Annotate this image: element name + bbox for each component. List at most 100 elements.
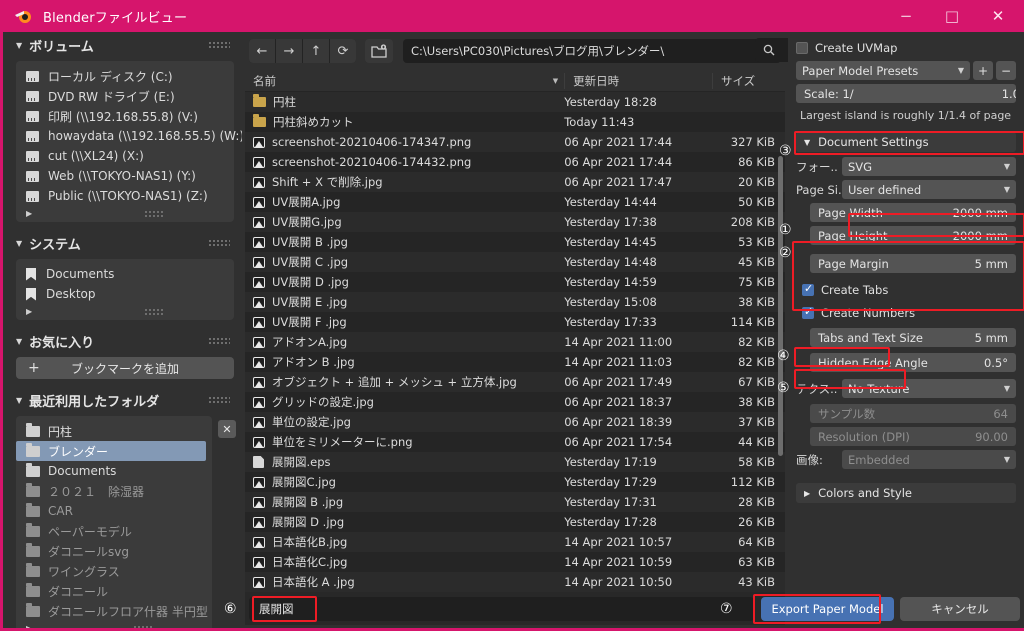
create-tabs-checkbox[interactable] bbox=[802, 282, 814, 296]
folder-icon bbox=[26, 542, 40, 557]
remove-preset-button[interactable]: − bbox=[996, 61, 1016, 80]
table-row[interactable]: 展開図C.jpg Yesterday 17:29 112 KiB bbox=[245, 472, 785, 492]
table-row[interactable]: 日本語化 A .jpg 14 Apr 2021 10:50 43 KiB bbox=[245, 572, 785, 592]
sidebar-item-recent[interactable]: ダコニールフロア什器 半円型 bbox=[16, 601, 212, 621]
table-row[interactable]: 展開図 B .jpg Yesterday 17:31 28 KiB bbox=[245, 492, 785, 512]
format-dropdown[interactable]: SVG ▼ bbox=[842, 157, 1016, 176]
table-row[interactable]: 単位をミリメーターに.png 06 Apr 2021 17:54 44 KiB bbox=[245, 432, 785, 452]
resize-grip-icon[interactable] bbox=[144, 209, 165, 217]
drag-grip-icon[interactable] bbox=[208, 239, 230, 247]
scale-field[interactable]: Scale: 1/ 1.0 bbox=[796, 84, 1016, 103]
table-row[interactable]: オブジェクト + 追加 + メッシュ + 立方体.jpg 06 Apr 2021… bbox=[245, 372, 785, 392]
add-bookmark-button[interactable]: + ブックマークを追加 bbox=[16, 357, 234, 379]
clear-recent-button[interactable]: ✕ bbox=[218, 420, 236, 438]
sidebar-item-recent[interactable]: ワイングラス bbox=[16, 561, 212, 581]
path-input[interactable]: C:\Users\PC030\Pictures\ブログ用\ブレンダー\ bbox=[403, 39, 781, 63]
page-margin-field[interactable]: Page Margin 5 mm bbox=[810, 254, 1016, 273]
texture-dropdown[interactable]: No Texture ▼ bbox=[842, 379, 1016, 398]
sidebar-item-recent[interactable]: ペーパーモデル bbox=[16, 521, 212, 541]
sidebar-section-recent[interactable]: ▼ 最近利用したフォルダ bbox=[6, 387, 242, 413]
back-button[interactable]: ← bbox=[249, 39, 275, 63]
resize-grip-icon[interactable] bbox=[132, 624, 153, 628]
drag-grip-icon[interactable] bbox=[208, 337, 230, 345]
parent-dir-button[interactable]: ↑ bbox=[303, 39, 329, 63]
column-header-date[interactable]: 更新日時 bbox=[564, 72, 712, 89]
table-row[interactable]: Shift + X で削除.jpg 06 Apr 2021 17:47 20 K… bbox=[245, 172, 785, 192]
sidebar-expand-handle[interactable]: ▶ bbox=[16, 621, 212, 628]
sidebar-item-recent[interactable]: Documents bbox=[16, 461, 212, 481]
create-uvmap-row[interactable]: Create UVMap bbox=[796, 38, 1016, 57]
page-width-field[interactable]: Page Width 2000 mm bbox=[810, 203, 1016, 222]
sidebar-item-volume[interactable]: DVD RW ドライブ (E:) bbox=[16, 86, 234, 106]
table-row[interactable]: UV展開 C .jpg Yesterday 14:48 45 KiB bbox=[245, 252, 785, 272]
hidden-edge-angle-field[interactable]: Hidden Edge Angle 0.5° bbox=[810, 353, 1016, 372]
drag-grip-icon[interactable] bbox=[208, 41, 230, 49]
table-row[interactable]: 円柱斜めカット Today 11:43 bbox=[245, 112, 785, 132]
colors-and-style-section[interactable]: ▶ Colors and Style bbox=[796, 483, 1016, 503]
page-height-field[interactable]: Page Height 2000 mm bbox=[810, 226, 1016, 245]
window-controls: − □ ✕ bbox=[883, 0, 1021, 32]
table-row[interactable]: screenshot-20210406-174432.png 06 Apr 20… bbox=[245, 152, 785, 172]
close-button[interactable]: ✕ bbox=[975, 0, 1021, 32]
minimize-button[interactable]: − bbox=[883, 0, 929, 32]
column-header-name[interactable]: 名前 ▼ bbox=[253, 73, 564, 89]
table-row[interactable]: UV展開 F .jpg Yesterday 17:33 114 KiB bbox=[245, 312, 785, 332]
export-paper-model-button[interactable]: Export Paper Model bbox=[761, 596, 894, 621]
create-numbers-row[interactable]: Create Numbers bbox=[802, 303, 1016, 322]
table-row[interactable]: UV展開 D .jpg Yesterday 14:59 75 KiB bbox=[245, 272, 785, 292]
sidebar-item-documents[interactable]: Documents bbox=[16, 264, 234, 284]
sidebar-item-recent[interactable]: CAR bbox=[16, 501, 212, 521]
table-row[interactable]: 日本語化B.jpg 14 Apr 2021 10:57 64 KiB bbox=[245, 532, 785, 552]
sort-descending-icon[interactable]: ▼ bbox=[553, 77, 558, 85]
sidebar-item-recent[interactable]: ダコニール bbox=[16, 581, 212, 601]
create-tabs-row[interactable]: Create Tabs bbox=[802, 280, 1016, 299]
file-list[interactable]: 円柱 Yesterday 18:28 円柱斜めカット Today 11:43 s… bbox=[245, 92, 785, 625]
page-size-dropdown[interactable]: User defined ▼ bbox=[842, 180, 1016, 199]
create-uvmap-checkbox[interactable] bbox=[796, 41, 808, 54]
sidebar-item-volume[interactable]: ローカル ディスク (C:) bbox=[16, 66, 234, 86]
document-settings-section[interactable]: ▼ Document Settings bbox=[796, 132, 1016, 152]
sidebar-item-volume[interactable]: 印刷 (\\192.168.55.8) (V:) bbox=[16, 106, 234, 126]
drag-grip-icon[interactable] bbox=[208, 396, 230, 404]
sidebar-item-recent-selected[interactable]: ブレンダー bbox=[16, 441, 206, 461]
table-row[interactable]: 日本語化C.jpg 14 Apr 2021 10:59 63 KiB bbox=[245, 552, 785, 572]
sidebar-expand-handle[interactable]: ▶ bbox=[16, 304, 234, 318]
refresh-button[interactable]: ⟳ bbox=[330, 39, 356, 63]
table-row[interactable]: アドオン B .jpg 14 Apr 2021 11:03 82 KiB bbox=[245, 352, 785, 372]
paper-model-presets-dropdown[interactable]: Paper Model Presets ▼ bbox=[796, 61, 970, 80]
sidebar-item-recent[interactable]: 円柱 bbox=[16, 421, 212, 441]
table-row[interactable]: screenshot-20210406-174347.png 06 Apr 20… bbox=[245, 132, 785, 152]
add-preset-button[interactable]: + bbox=[973, 61, 993, 80]
sidebar-item-volume[interactable]: cut (\\XL24) (X:) bbox=[16, 146, 234, 166]
table-row[interactable]: 展開図.eps Yesterday 17:19 58 KiB bbox=[245, 452, 785, 472]
table-row[interactable]: UV展開G.jpg Yesterday 17:38 208 KiB bbox=[245, 212, 785, 232]
table-row[interactable]: アドオンA.jpg 14 Apr 2021 11:00 82 KiB bbox=[245, 332, 785, 352]
vertical-scrollbar[interactable] bbox=[778, 156, 783, 456]
table-row[interactable]: 展開図 D .jpg Yesterday 17:28 26 KiB bbox=[245, 512, 785, 532]
sidebar-section-system[interactable]: ▼ システム bbox=[6, 230, 242, 256]
filename-input[interactable]: 展開図 bbox=[249, 596, 754, 621]
table-row[interactable]: 単位の設定.jpg 06 Apr 2021 18:39 37 KiB bbox=[245, 412, 785, 432]
new-folder-button[interactable] bbox=[365, 39, 393, 63]
sidebar-item-volume[interactable]: Web (\\TOKYO-NAS1) (Y:) bbox=[16, 166, 234, 186]
sidebar-item-volume[interactable]: Public (\\TOKYO-NAS1) (Z:) bbox=[16, 186, 234, 206]
sidebar-item-desktop[interactable]: Desktop bbox=[16, 284, 234, 304]
create-numbers-checkbox[interactable] bbox=[802, 305, 814, 319]
table-row[interactable]: UV展開 B .jpg Yesterday 14:45 53 KiB bbox=[245, 232, 785, 252]
sidebar-expand-handle[interactable]: ▶ bbox=[16, 206, 234, 220]
sidebar-item-recent[interactable]: ２０２１ 除湿器 bbox=[16, 481, 212, 501]
sidebar-section-volumes[interactable]: ▼ ボリューム bbox=[6, 32, 242, 58]
column-header-size[interactable]: サイズ bbox=[712, 72, 785, 89]
table-row[interactable]: 円柱 Yesterday 18:28 bbox=[245, 92, 785, 112]
sidebar-item-recent[interactable]: ダコニールsvg bbox=[16, 541, 212, 561]
table-row[interactable]: UV展開A.jpg Yesterday 14:44 50 KiB bbox=[245, 192, 785, 212]
forward-button[interactable]: → bbox=[276, 39, 302, 63]
resize-grip-icon[interactable] bbox=[144, 307, 165, 315]
cancel-button[interactable]: キャンセル bbox=[900, 596, 1020, 621]
sidebar-item-volume[interactable]: howaydata (\\192.168.55.5) (W:) bbox=[16, 126, 242, 146]
maximize-button[interactable]: □ bbox=[929, 0, 975, 32]
table-row[interactable]: UV展開 E .jpg Yesterday 15:08 38 KiB bbox=[245, 292, 785, 312]
tabs-text-size-field[interactable]: Tabs and Text Size 5 mm bbox=[810, 328, 1016, 347]
table-row[interactable]: グリッドの設定.jpg 06 Apr 2021 18:37 38 KiB bbox=[245, 392, 785, 412]
sidebar-section-favorites[interactable]: ▼ お気に入り bbox=[6, 328, 242, 354]
